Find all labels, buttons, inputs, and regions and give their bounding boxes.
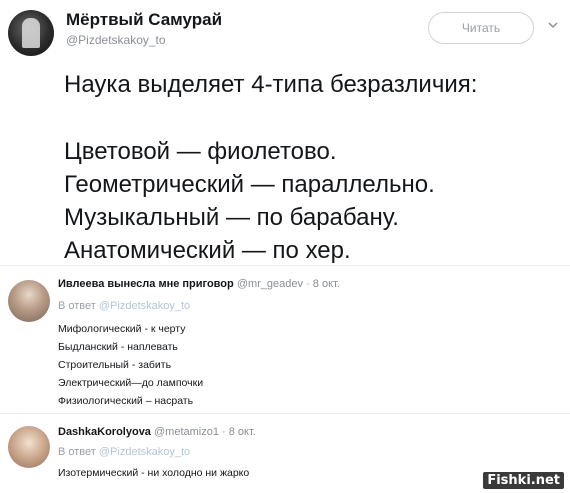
reply-to-line: В ответ @Pizdetskakoy_to bbox=[58, 446, 190, 458]
reply-line: Быдланский - наплевать bbox=[58, 341, 178, 353]
reply-to-prefix: В ответ bbox=[58, 300, 96, 312]
reply-line: Строительный - забить bbox=[58, 359, 172, 371]
reply-to-handle[interactable]: @Pizdetskakoy_to bbox=[99, 446, 190, 458]
reply-to-line: В ответ @Pizdetskakoy_to bbox=[58, 300, 190, 312]
tweet-line: Музыкальный — по барабану. bbox=[64, 204, 399, 231]
reply-to-handle[interactable]: @Pizdetskakoy_to bbox=[99, 300, 190, 312]
reply-avatar[interactable] bbox=[8, 426, 50, 468]
reply-text: Изотермический - ни холодно ни жарко bbox=[58, 464, 249, 482]
tweet-line: Наука выделяет 4-типа безразличия: bbox=[64, 71, 478, 98]
tweet-line: Цветовой — фиолетово. bbox=[64, 138, 337, 165]
reply-line: Физиологический – насрать bbox=[58, 395, 194, 407]
reply-author-name: Ивлеева вынесла мне приговор bbox=[58, 278, 234, 290]
reply-meta: @mr_geadev · 8 окт. bbox=[236, 278, 340, 290]
reply-to-prefix: В ответ bbox=[58, 446, 96, 458]
reply-author-name: DashkaKorolyova bbox=[58, 426, 151, 438]
reply-meta: @metamizo1 · 8 окт. bbox=[154, 426, 256, 438]
watermark-logo: Fishki.net bbox=[483, 472, 564, 489]
reply-author[interactable]: DashkaKorolyova @metamizo1 · 8 окт. bbox=[58, 426, 256, 438]
reply-author[interactable]: Ивлеева вынесла мне приговор @mr_geadev … bbox=[58, 278, 340, 290]
author-name[interactable]: Мёртвый Самурай bbox=[66, 10, 222, 30]
follow-button[interactable]: Читать bbox=[428, 12, 534, 44]
reply-line: Мифологический - к черту bbox=[58, 323, 186, 335]
reply-avatar[interactable] bbox=[8, 280, 50, 322]
reply-item: Ивлеева вынесла мне приговор @mr_geadev … bbox=[0, 272, 570, 412]
reply-line: Электрический—до лампочки bbox=[58, 377, 204, 389]
tweet-text: Наука выделяет 4-типа безразличия: Цвето… bbox=[64, 68, 564, 267]
tweet-line: Геометрический — параллельно. bbox=[64, 171, 435, 198]
author-handle[interactable]: @Pizdetskakoy_to bbox=[66, 33, 166, 47]
reply-text: Мифологический - к черту Быдланский - на… bbox=[58, 320, 203, 410]
divider bbox=[0, 265, 570, 266]
chevron-down-icon[interactable] bbox=[548, 20, 558, 30]
divider bbox=[0, 413, 570, 414]
tweet-header: Мёртвый Самурай @Pizdetskakoy_to Читать bbox=[0, 0, 570, 60]
reply-line: Изотермический - ни холодно ни жарко bbox=[58, 467, 250, 479]
tweet-line: Анатомический — по хер. bbox=[64, 237, 351, 264]
author-avatar[interactable] bbox=[8, 10, 54, 56]
